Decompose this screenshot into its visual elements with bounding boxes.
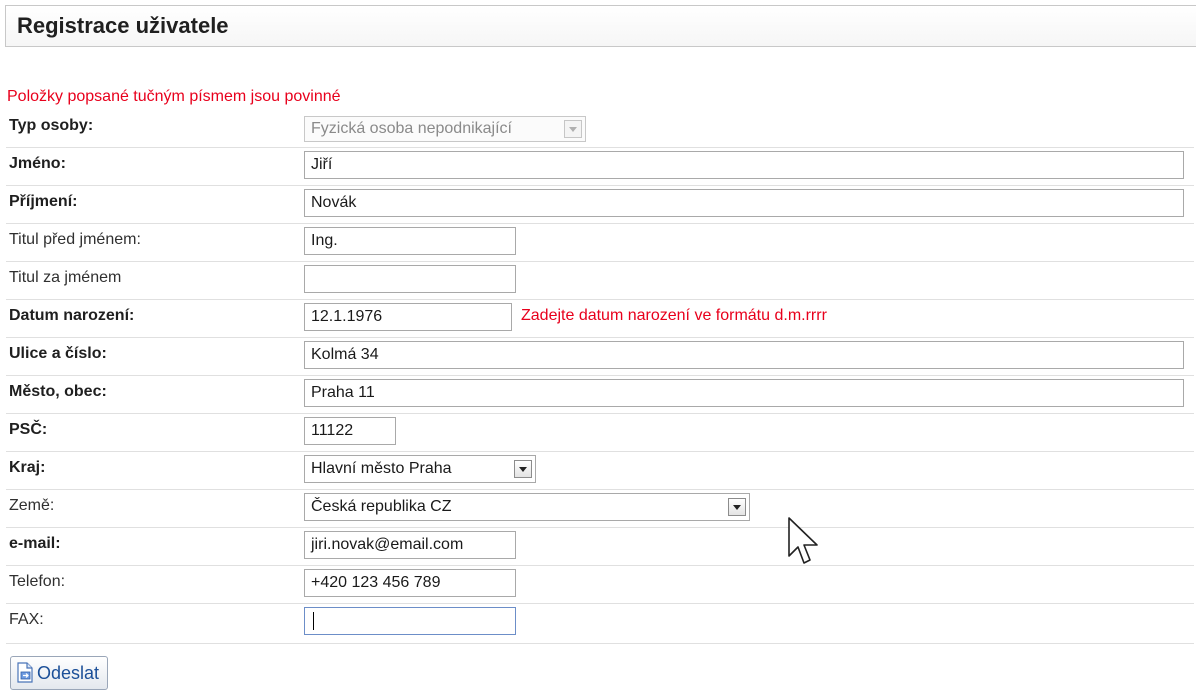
birth-date-label: Datum narození: (9, 307, 135, 324)
required-fields-note: Položky popsané tučným písmem jsou povin… (7, 88, 341, 105)
country-select[interactable]: Česká republika CZ (304, 493, 750, 521)
country-value: Česká republika CZ (311, 498, 452, 515)
document-send-icon (17, 662, 33, 683)
row-birth-date: Datum narození: 12.1.1976 Zadejte datum … (6, 300, 1194, 338)
row-country: Země: Česká republika CZ (6, 490, 1194, 528)
row-last-name: Příjmení: Novák (6, 186, 1194, 224)
registration-form: Typ osoby: Fyzická osoba nepodnikající J… (6, 108, 1194, 644)
chevron-down-icon (514, 460, 532, 478)
phone-input[interactable]: +420 123 456 789 (304, 569, 516, 597)
row-title-after: Titul za jménem (6, 262, 1194, 300)
fax-label: FAX: (9, 611, 44, 628)
row-title-before: Titul před jménem: Ing. (6, 224, 1194, 262)
mouse-cursor-icon (788, 517, 818, 564)
row-zip: PSČ: 11122 (6, 414, 1194, 452)
birth-date-input[interactable]: 12.1.1976 (304, 303, 512, 331)
fax-input[interactable] (304, 607, 516, 635)
submit-button[interactable]: Odeslat (10, 656, 109, 690)
row-first-name: Jméno: Jiří (6, 148, 1194, 186)
row-person-type: Typ osoby: Fyzická osoba nepodnikající (6, 108, 1194, 148)
zip-input[interactable]: 11122 (304, 417, 396, 445)
title-before-input[interactable]: Ing. (304, 227, 516, 255)
row-region: Kraj: Hlavní město Praha (6, 452, 1194, 490)
person-type-label: Typ osoby: (9, 117, 94, 134)
page-title: Registrace uživatele (17, 13, 229, 38)
person-type-select[interactable]: Fyzická osoba nepodnikající (304, 116, 586, 142)
region-select[interactable]: Hlavní město Praha (304, 455, 536, 483)
first-name-label: Jméno: (9, 155, 66, 172)
page-header: Registrace uživatele (5, 5, 1196, 47)
row-fax: FAX: (6, 604, 1194, 644)
region-label: Kraj: (9, 459, 46, 476)
row-email: e-mail: jiri.novak@email.com (6, 528, 1194, 566)
email-label: e-mail: (9, 535, 61, 552)
last-name-input[interactable]: Novák (304, 189, 1184, 217)
birth-date-hint: Zadejte datum narození ve formátu d.m.rr… (521, 307, 827, 324)
row-street: Ulice a číslo: Kolmá 34 (6, 338, 1194, 376)
first-name-input[interactable]: Jiří (304, 151, 1184, 179)
row-phone: Telefon: +420 123 456 789 (6, 566, 1194, 604)
email-input[interactable]: jiri.novak@email.com (304, 531, 516, 559)
submit-label: Odeslat (37, 662, 100, 683)
last-name-label: Příjmení: (9, 193, 78, 210)
person-type-value: Fyzická osoba nepodnikající (311, 120, 512, 137)
chevron-down-icon (564, 120, 582, 138)
country-label: Země: (9, 497, 55, 514)
title-after-input[interactable] (304, 265, 516, 293)
city-label: Město, obec: (9, 383, 107, 400)
chevron-down-icon (728, 498, 746, 516)
title-after-label: Titul za jménem (9, 269, 122, 286)
text-caret (313, 611, 314, 630)
zip-label: PSČ: (9, 421, 48, 438)
phone-label: Telefon: (9, 573, 66, 590)
row-city: Město, obec: Praha 11 (6, 376, 1194, 414)
region-value: Hlavní město Praha (311, 460, 452, 477)
street-label: Ulice a číslo: (9, 345, 107, 362)
title-before-label: Titul před jménem: (9, 231, 141, 248)
street-input[interactable]: Kolmá 34 (304, 341, 1184, 369)
city-input[interactable]: Praha 11 (304, 379, 1184, 407)
